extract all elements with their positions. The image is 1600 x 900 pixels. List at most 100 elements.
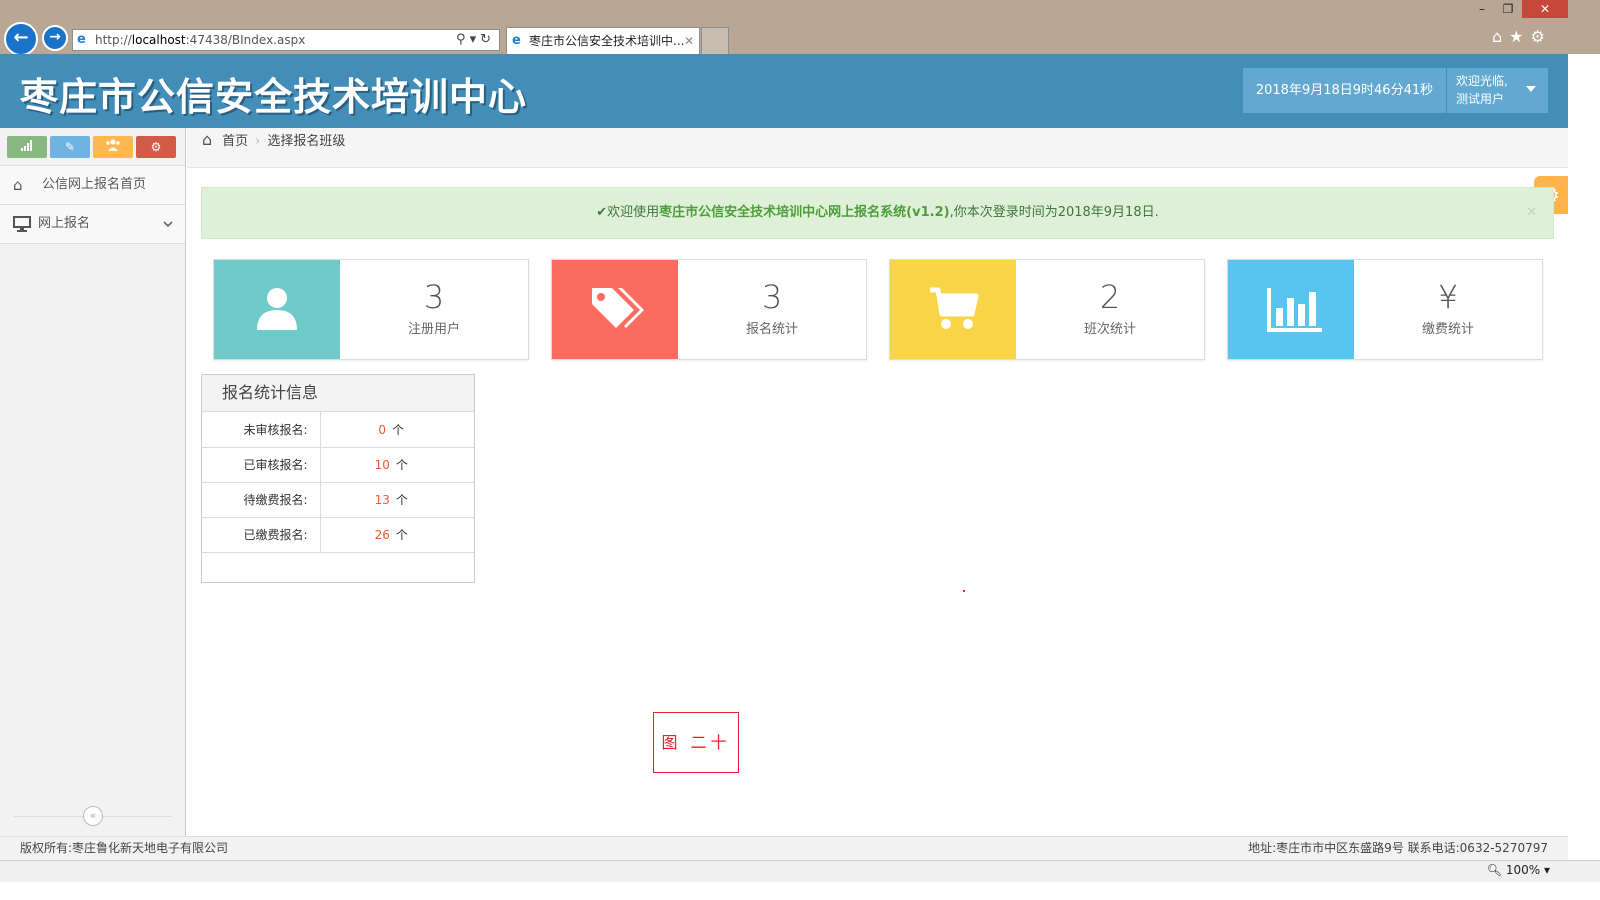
alert-prefix: 欢迎使用: [607, 205, 660, 220]
back-button[interactable]: ←: [4, 22, 38, 56]
minimize-button[interactable]: –: [1470, 0, 1494, 18]
pencil-shortcut-button[interactable]: ✎: [50, 136, 90, 158]
stats-table: 未审核报名: 0个 已审核报名: 10 个 待缴费报名: 13 个 已缴费报名: 2…: [202, 412, 474, 553]
cogs-icon: ⚙: [150, 140, 162, 154]
zoom-level: 100%: [1505, 863, 1541, 877]
zoom-icon: 🔍︎: [1486, 863, 1503, 877]
favorites-icon[interactable]: ★: [1509, 27, 1530, 46]
row-unit: 个: [392, 422, 405, 437]
signal-icon: [21, 140, 32, 151]
dropdown-icon[interactable]: ▾: [470, 32, 481, 47]
restore-button[interactable]: ❐: [1496, 0, 1520, 18]
browser-chrome: ← → e http://localhost:47438/BIndex.aspx…: [0, 0, 1600, 56]
browser-tab[interactable]: e 枣庄市公信安全技术培训中... ✕: [506, 27, 700, 54]
footer-copyright: 版权所有:枣庄鲁化新天地电子有限公司: [20, 841, 229, 855]
row-label: 未审核报名:: [202, 412, 321, 448]
browser-status-bar: 🔍︎ 100% ▾: [0, 860, 1600, 882]
address-bar[interactable]: e http://localhost:47438/BIndex.aspx ⚲▾↻: [72, 29, 500, 51]
welcome-alert: ✔欢迎使用枣庄市公信安全技术培训中心网上报名系统(v1.2),你本次登录时间为2…: [201, 187, 1554, 239]
settings-gear-icon[interactable]: ⚙: [1531, 27, 1552, 46]
stat-value: 3: [761, 278, 783, 316]
alert-system-name: 枣庄市公信安全技术培训中心网上报名系统(v1.2): [659, 205, 950, 220]
stat-card-registered-users[interactable]: 3 注册用户: [213, 259, 529, 360]
stat-value: 3: [423, 278, 445, 316]
page-footer: 版权所有:枣庄鲁化新天地电子有限公司 地址:枣庄市市中区东盛路9号 联系电话:0…: [0, 836, 1568, 860]
app-header: 枣庄市公信安全技术培训中心 2018年9月18日9时46分41秒 欢迎光临, 测…: [0, 54, 1568, 128]
breadcrumb-separator-icon: ›: [255, 134, 261, 149]
current-datetime: 2018年9月18日9时46分41秒: [1243, 68, 1446, 113]
stat-label: 注册用户: [407, 322, 460, 337]
new-tab-button[interactable]: [701, 27, 729, 54]
caret-down-icon: [1526, 86, 1536, 92]
user-menu[interactable]: 欢迎光临, 测试用户: [1447, 68, 1548, 113]
stat-tile: [890, 260, 1016, 359]
url-scheme: http://: [95, 33, 132, 47]
users-shortcut-button[interactable]: [93, 136, 133, 158]
browser-toolbar-icons: ⌂★⚙: [1492, 27, 1552, 46]
stat-card-payments[interactable]: ¥ 缴费统计: [1227, 259, 1543, 360]
user-name: 测试用户: [1456, 92, 1505, 106]
breadcrumb-current: 选择报名班级: [267, 134, 346, 149]
users-icon: [106, 139, 120, 151]
user-icon: [257, 288, 297, 330]
cogs-shortcut-button[interactable]: ⚙: [136, 136, 176, 158]
alert-suffix: ,你本次登录时间为2018年9月18日.: [949, 205, 1159, 220]
row-value-cell: 13 个: [320, 482, 474, 518]
tab-title: 枣庄市公信安全技术培训中...: [529, 34, 685, 48]
pencil-icon: ✎: [64, 140, 76, 154]
url-rest: :47438/BIndex.aspx: [185, 33, 306, 47]
stat-label: 班次统计: [1083, 322, 1136, 337]
breadcrumb-home-icon: ⌂: [202, 130, 213, 149]
footer-contact: 地址:枣庄市市中区东盛路9号 联系电话:0632-5270797: [1248, 841, 1548, 855]
stat-tile: [1228, 260, 1354, 359]
row-value-cell: 26 个: [320, 517, 474, 553]
window-bottom-edge: [0, 882, 1600, 900]
window-close-button[interactable]: ✕: [1522, 0, 1568, 18]
stat-label: 缴费统计: [1421, 322, 1474, 337]
sidebar-collapse: «: [0, 804, 186, 828]
sidebar-shortcuts: ✎ ⚙: [0, 128, 185, 166]
table-row: 已审核报名: 10 个: [202, 447, 474, 483]
search-icon[interactable]: ⚲: [456, 32, 470, 47]
ie-icon: e: [77, 32, 86, 47]
row-value: 13: [374, 493, 390, 507]
sidebar-item-label: 网上报名: [38, 216, 91, 231]
registration-stats-panel: 报名统计信息 未审核报名: 0个 已审核报名: 10 个 待缴费报名: 13 个 已…: [201, 374, 475, 583]
refresh-icon[interactable]: ↻: [480, 32, 495, 47]
stat-value: 2: [1099, 278, 1121, 316]
chevron-down-icon: [163, 205, 173, 243]
sidebar: ✎ ⚙ ⌂ 公信网上报名首页 网上报名 «: [0, 128, 186, 836]
url-host: localhost: [131, 33, 186, 47]
row-value: 0: [378, 422, 387, 437]
row-label: 已缴费报名:: [202, 517, 321, 553]
breadcrumb: ⌂ 首页 › 选择报名班级: [187, 128, 1568, 168]
stat-card-classes[interactable]: 2 班次统计: [889, 259, 1205, 360]
tags-icon: [592, 288, 644, 328]
check-icon: ✔: [596, 205, 608, 220]
row-label: 已审核报名:: [202, 447, 321, 483]
home-browser-icon[interactable]: ⌂: [1492, 27, 1509, 46]
row-unit: 个: [395, 458, 408, 472]
signal-shortcut-button[interactable]: [7, 136, 47, 158]
row-value-cell: 0个: [320, 412, 474, 448]
alert-close-icon[interactable]: ✕: [1526, 188, 1537, 238]
sidebar-item-online-registration[interactable]: 网上报名: [0, 205, 185, 244]
breadcrumb-home-link[interactable]: 首页: [222, 134, 248, 149]
table-row: 已缴费报名: 26 个: [202, 517, 474, 553]
table-row: 未审核报名: 0个: [202, 412, 474, 448]
row-value: 26: [374, 528, 390, 542]
bar-chart-icon: [1267, 288, 1322, 332]
tab-close-icon[interactable]: ✕: [684, 28, 694, 54]
double-chevron-left-icon[interactable]: «: [83, 806, 103, 826]
stat-label: 报名统计: [745, 322, 798, 337]
table-row: 待缴费报名: 13 个: [202, 482, 474, 518]
red-dot-mark: [963, 590, 965, 592]
cart-icon: [930, 287, 979, 329]
forward-button[interactable]: →: [42, 25, 68, 51]
stat-card-registrations[interactable]: 3 报名统计: [551, 259, 867, 360]
sidebar-item-home[interactable]: ⌂ 公信网上报名首页: [0, 166, 185, 205]
stat-value: ¥: [1437, 278, 1459, 316]
site-logo[interactable]: 枣庄市公信安全技术培训中心: [20, 66, 527, 121]
zoom-control[interactable]: 🔍︎ 100% ▾: [1487, 863, 1550, 877]
row-unit: 个: [395, 528, 408, 542]
